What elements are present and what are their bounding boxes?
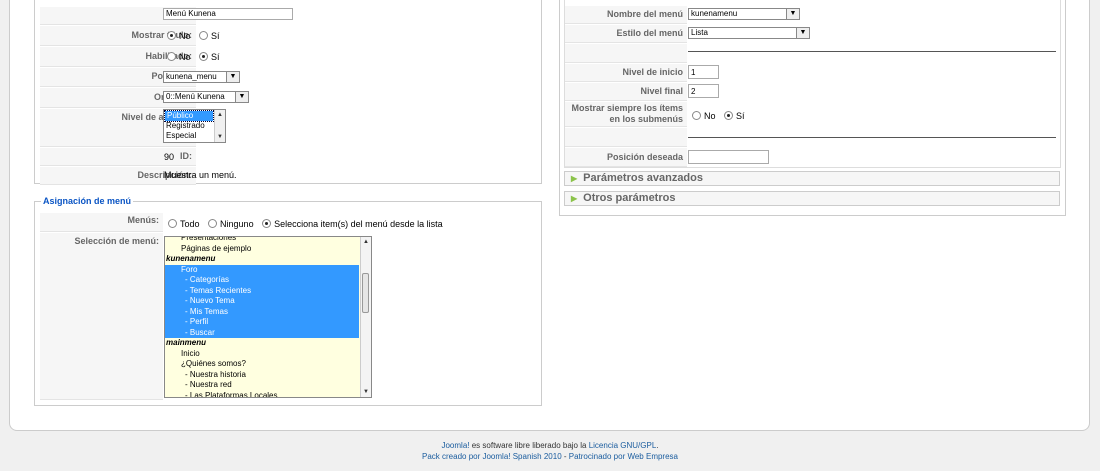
- menu-assignment-legend: Asignación de menú: [41, 196, 134, 206]
- menu-style-value: Lista: [691, 28, 708, 37]
- chevron-down-icon: ▼: [796, 28, 809, 38]
- end-level-input[interactable]: [688, 84, 719, 98]
- show-title-radios: No Sí: [167, 30, 226, 41]
- expand-arrow-icon: ▶: [571, 174, 578, 183]
- advanced-params-panel[interactable]: ▶ Parámetros avanzados: [564, 171, 1060, 186]
- access-level-listbox[interactable]: Público Registrado Especial ▲ ▼: [163, 109, 226, 143]
- menu-name-label: Nombre del menú: [565, 6, 687, 24]
- menu-assignment-fieldset: Asignación de menú Menús: Todo Ninguno S…: [34, 196, 542, 406]
- order-select-value: 0::Menú Kunena: [166, 92, 225, 101]
- title-input[interactable]: [163, 8, 293, 20]
- menu-list-item[interactable]: ¿Quiénes somos?: [165, 359, 359, 370]
- menus-all-label: Todo: [180, 218, 200, 229]
- menus-select-label: Selecciona item(s) del menú desde la lis…: [274, 218, 443, 229]
- menu-list-item[interactable]: Presentaciones: [165, 237, 359, 244]
- description-value: Muestra un menú.: [164, 170, 237, 180]
- menu-name-select[interactable]: kunenamenu ▼: [688, 8, 800, 20]
- menu-group-header[interactable]: mainmenu: [165, 338, 359, 349]
- menu-list-item[interactable]: - Temas Recientes: [165, 285, 359, 296]
- menus-label: Menús:: [40, 213, 163, 232]
- show-submenu-no-label: No: [704, 110, 716, 121]
- menu-selection-label: Selección de menú:: [40, 233, 163, 400]
- enabled-yes-radio[interactable]: [199, 52, 209, 62]
- menu-style-label: Estilo del menú: [565, 25, 687, 43]
- menu-list-item[interactable]: Páginas de ejemplo: [165, 244, 359, 255]
- footer-period: .: [656, 441, 659, 450]
- show-submenu-yes-radio[interactable]: [724, 111, 734, 121]
- menu-selection-listbox[interactable]: Presentaciones Páginas de ejemplo kunename…: [164, 236, 372, 398]
- show-submenu-radios: No Sí: [692, 110, 751, 121]
- menu-list-item[interactable]: - Nuestra historia: [165, 370, 359, 381]
- menu-name-value: kunenamenu: [691, 9, 738, 18]
- show-title-no-label: No: [179, 30, 191, 41]
- other-params-title: Otros parámetros: [583, 192, 676, 204]
- chevron-down-icon: ▼: [786, 9, 799, 19]
- enabled-no-radio[interactable]: [167, 52, 176, 62]
- menu-list-item[interactable]: - Mis Temas: [165, 306, 359, 317]
- scroll-down-icon[interactable]: ▼: [361, 387, 371, 397]
- menu-list-item[interactable]: - Perfil: [165, 317, 359, 328]
- enabled-no-label: No: [179, 51, 191, 62]
- show-title-yes-label: Sí: [211, 30, 220, 41]
- joomla-spanish-link[interactable]: Pack creado por Joomla! Spanish 2010: [422, 452, 562, 461]
- scroll-up-icon[interactable]: ▲: [361, 237, 371, 247]
- show-title-no-radio[interactable]: [167, 31, 176, 41]
- menu-selection-scrollbar[interactable]: ▲ ▼: [360, 237, 371, 397]
- separator-line: [688, 137, 1056, 138]
- id-value: 90: [164, 152, 175, 162]
- footer-line-2: Pack creado por Joomla! Spanish 2010 - P…: [0, 452, 1100, 461]
- access-option-public[interactable]: Público: [164, 110, 214, 122]
- menu-list-item[interactable]: - Las Plataformas Locales: [165, 391, 359, 398]
- separator-line: [688, 51, 1056, 52]
- show-submenu-no-radio[interactable]: [692, 111, 701, 121]
- menus-all-radio[interactable]: [168, 219, 177, 229]
- menus-select-radio[interactable]: [262, 219, 272, 229]
- show-title-yes-radio[interactable]: [199, 31, 209, 41]
- joomla-link[interactable]: Joomla!: [441, 441, 469, 450]
- expand-arrow-icon: ▶: [571, 194, 578, 203]
- footer-text-1: es software libre liberado bajo la: [469, 441, 589, 450]
- show-submenu-label: Mostrar siempre los ítems en los submenú…: [565, 102, 687, 127]
- position-select-value: kunena_menu: [166, 72, 217, 81]
- footer-separator: -: [561, 452, 569, 461]
- details-fieldset: Título: Mostrar título: No Sí Habilitado…: [34, 0, 542, 185]
- scroll-up-icon[interactable]: ▲: [215, 110, 225, 120]
- start-level-label: Nivel de inicio: [565, 64, 687, 82]
- chevron-down-icon: ▼: [226, 72, 239, 82]
- other-params-panel[interactable]: ▶ Otros parámetros: [564, 191, 1060, 206]
- order-select[interactable]: 0::Menú Kunena ▼: [163, 91, 249, 103]
- menu-list-item[interactable]: - Categorías: [165, 275, 359, 286]
- separator-label-2: [565, 128, 687, 147]
- separator-label-1: [565, 44, 687, 63]
- scroll-down-icon[interactable]: ▼: [215, 132, 225, 142]
- enabled-radios: No Sí: [167, 51, 226, 62]
- desired-position-input[interactable]: [688, 150, 769, 164]
- show-submenu-yes-label: Sí: [736, 110, 745, 121]
- start-level-input[interactable]: [688, 65, 719, 79]
- enabled-yes-label: Sí: [211, 51, 220, 62]
- menu-style-select[interactable]: Lista ▼: [688, 27, 810, 39]
- chevron-down-icon: ▼: [235, 92, 248, 102]
- menu-group-header[interactable]: kunenamenu: [165, 254, 359, 265]
- menu-list-item[interactable]: - Nuevo Tema: [165, 296, 359, 307]
- license-link[interactable]: Licencia GNU/GPL: [589, 441, 657, 450]
- advanced-params-title: Parámetros avanzados: [583, 172, 703, 184]
- menus-radios: Todo Ninguno Selecciona item(s) del menú…: [168, 218, 449, 229]
- menu-list-item[interactable]: Foro: [165, 264, 359, 275]
- desired-position-label: Posición deseada: [565, 148, 687, 167]
- menus-none-radio[interactable]: [208, 219, 218, 229]
- access-level-scrollbar[interactable]: ▲ ▼: [214, 110, 225, 142]
- menu-list-item[interactable]: - Nuestra red: [165, 380, 359, 391]
- scrollbar-thumb[interactable]: [362, 273, 369, 313]
- end-level-label: Nivel final: [565, 83, 687, 101]
- menu-list-item[interactable]: - Buscar: [165, 327, 359, 338]
- web-empresa-link[interactable]: Patrocinado por Web Empresa: [569, 452, 678, 461]
- position-select[interactable]: kunena_menu ▼: [163, 71, 240, 83]
- menus-none-label: Ninguno: [220, 218, 254, 229]
- menu-list-item[interactable]: Inicio: [165, 349, 359, 360]
- footer-line-1: Joomla! es software libre liberado bajo …: [0, 441, 1100, 450]
